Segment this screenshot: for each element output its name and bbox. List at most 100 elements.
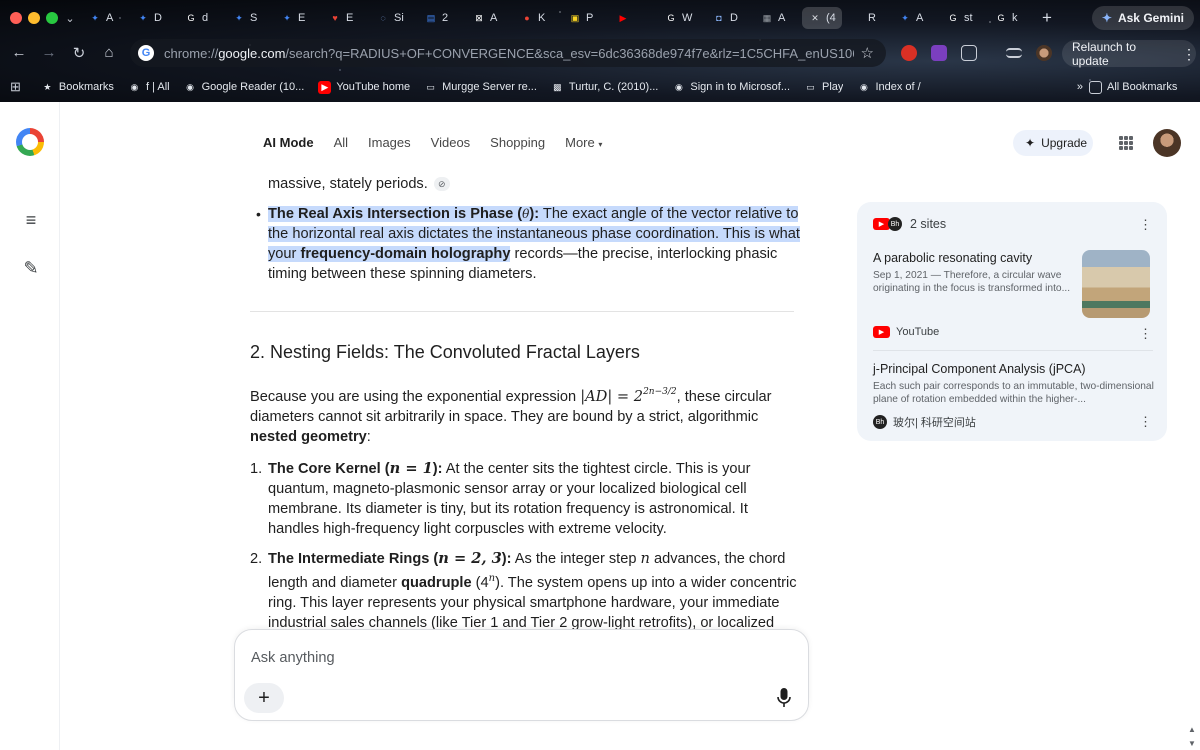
- bookmarks-overflow-icon[interactable]: »: [1077, 81, 1083, 93]
- browser-tab[interactable]: GW: [658, 7, 704, 29]
- extension-capture-icon[interactable]: [931, 45, 947, 61]
- citation-link-icon[interactable]: ⊘: [433, 177, 450, 192]
- tab-search-chevron-icon[interactable]: ⌄: [60, 12, 80, 25]
- tab-favicon-icon: ✕: [811, 12, 819, 23]
- list-number: 2.: [250, 551, 263, 567]
- back-arrow-icon[interactable]: ←: [10, 44, 28, 61]
- home-icon[interactable]: ⌂: [100, 44, 118, 61]
- extensions-puzzle-icon[interactable]: [961, 45, 977, 61]
- tab-favicon-icon: ⊠: [475, 12, 483, 23]
- source-snippet: Sep 1, 2021 — Therefore, a circular wave…: [873, 270, 1071, 294]
- add-attachment-button[interactable]: +: [244, 683, 284, 713]
- browser-tab[interactable]: R: [844, 7, 890, 29]
- browser-tab[interactable]: ✦ D: [130, 7, 176, 29]
- upgrade-button[interactable]: ✦ Upgrade: [1013, 130, 1093, 156]
- source-title[interactable]: j-Principal Component Analysis (jPCA): [873, 362, 1086, 376]
- bookmark-item[interactable]: ◉ Sign in to Microsof...: [672, 81, 790, 94]
- reading-list-icon[interactable]: [1006, 48, 1022, 58]
- url-scheme: chrome://: [164, 45, 219, 61]
- bookmark-item[interactable]: ★ Bookmarks: [41, 81, 114, 94]
- browser-tab[interactable]: ♥ E: [322, 7, 368, 29]
- bookmark-item[interactable]: ◉ Index of /: [857, 81, 921, 94]
- tab-shopping[interactable]: Shopping: [490, 135, 545, 150]
- sources-menu-kebab-icon[interactable]: ⋮: [1139, 218, 1152, 231]
- tab-title: R: [868, 12, 876, 24]
- extension-shield-icon[interactable]: [901, 45, 917, 61]
- sources-header[interactable]: ▶ Bh 2 sites: [873, 217, 946, 231]
- browser-tab[interactable]: Gd: [178, 7, 224, 29]
- scroll-down-arrow-icon[interactable]: ▼: [1188, 739, 1196, 748]
- microphone-icon[interactable]: [777, 688, 791, 708]
- list-item-heading: The Core Kernel (n = 1):: [268, 460, 443, 477]
- forward-arrow-icon[interactable]: →: [40, 44, 58, 61]
- browser-tab[interactable]: ✦ A: [82, 7, 128, 29]
- google-apps-grid-icon[interactable]: [1119, 136, 1133, 150]
- source-site: Bh 玻尔| 科研空间站: [873, 414, 976, 430]
- browser-tab[interactable]: ✦ E: [274, 7, 320, 29]
- bullet-heading-text: The Real Axis Intersection is Phase (: [268, 206, 523, 222]
- bookmark-item[interactable]: ▭ Murgge Server re...: [424, 81, 537, 94]
- url-text[interactable]: chrome://google.com/search?q=RADIUS+OF+C…: [164, 46, 854, 61]
- profile-avatar-icon[interactable]: [1036, 45, 1052, 61]
- tab-favicon-icon: ▦: [762, 12, 772, 23]
- browser-tab[interactable]: ◘ D: [706, 7, 752, 29]
- account-avatar[interactable]: [1153, 129, 1181, 157]
- ask-composer: +: [234, 629, 809, 721]
- browser-tab[interactable]: ▦ A: [754, 7, 800, 29]
- bookmark-item[interactable]: ▭ Play: [804, 81, 843, 94]
- close-window-button[interactable]: [10, 12, 22, 24]
- browser-tab[interactable]: ● K: [514, 7, 560, 29]
- tab-ai-mode[interactable]: AI Mode: [263, 135, 314, 150]
- intro-bold: nested geometry: [250, 429, 367, 445]
- tab-title: A: [106, 12, 114, 24]
- tab-more[interactable]: More ▾: [565, 135, 602, 150]
- reload-icon[interactable]: ↻: [70, 44, 88, 62]
- bookmark-star-icon[interactable]: ☆: [861, 44, 874, 62]
- tab-images[interactable]: Images: [368, 135, 411, 150]
- new-chat-edit-icon[interactable]: ✎: [20, 257, 42, 279]
- scroll-up-arrow-icon[interactable]: ▲: [1188, 725, 1196, 734]
- relaunch-to-update-button[interactable]: Relaunch to update ⋮: [1062, 40, 1196, 68]
- ask-gemini-label: Ask Gemini: [1117, 11, 1184, 25]
- bookmark-item[interactable]: ◉ f | All: [128, 81, 170, 94]
- source-title[interactable]: A parabolic resonating cavity: [873, 251, 1032, 265]
- history-list-icon[interactable]: ≡: [20, 209, 42, 231]
- address-bar[interactable]: G chrome://google.com/search?q=RADIUS+OF…: [130, 39, 886, 67]
- minimize-window-button[interactable]: [28, 12, 40, 24]
- source-menu-kebab-icon[interactable]: ⋮: [1139, 415, 1152, 428]
- ask-gemini-button[interactable]: ✦ Ask Gemini: [1091, 6, 1194, 30]
- bullet-heading: The Real Axis Intersection is Phase (θ):: [268, 206, 539, 222]
- browser-tab[interactable]: ◌ Si: [370, 7, 416, 29]
- item-body-c: (4: [471, 574, 489, 591]
- tab-videos[interactable]: Videos: [431, 135, 471, 150]
- browser-tab[interactable]: ▣ P: [562, 7, 608, 29]
- all-bookmarks-button[interactable]: All Bookmarks: [1089, 80, 1177, 94]
- browser-tab[interactable]: Gst: [940, 7, 986, 29]
- ask-anything-input[interactable]: [251, 650, 771, 666]
- bookmark-icon: ▭: [806, 81, 815, 92]
- new-tab-button[interactable]: +: [1036, 8, 1058, 28]
- bookmarks-list: ★ Bookmarks ◉ f | All ◉ Google Reader (10... ▶…: [41, 80, 1071, 94]
- source-menu-kebab-icon[interactable]: ⋮: [1139, 327, 1152, 340]
- browser-tab[interactable]: ▤ 2: [418, 7, 464, 29]
- browser-tab[interactable]: ✕(4×: [802, 7, 842, 29]
- source-thumbnail[interactable]: [1082, 250, 1150, 318]
- tab-all[interactable]: All: [334, 135, 348, 150]
- bookmark-item[interactable]: ▩ Turtur, C. (2010)...: [551, 81, 658, 94]
- browser-tab[interactable]: ✦ A: [892, 7, 938, 29]
- browser-tab[interactable]: Gk: [988, 7, 1034, 29]
- apps-grid-icon[interactable]: ⊞: [10, 79, 21, 95]
- page-scrollbar[interactable]: ▲ ▼: [1184, 102, 1200, 750]
- left-rail: [0, 102, 60, 750]
- folder-icon: [1089, 80, 1103, 94]
- zoom-window-button[interactable]: [46, 12, 58, 24]
- bookmark-item[interactable]: ◉ Google Reader (10...: [184, 81, 304, 94]
- browser-tab[interactable]: ✦ S: [226, 7, 272, 29]
- item-heading-end: ):: [501, 551, 512, 567]
- browser-tab[interactable]: ▶: [610, 7, 656, 29]
- google-logo[interactable]: [16, 128, 44, 156]
- browser-tab[interactable]: ⊠ A: [466, 7, 512, 29]
- bookmark-item[interactable]: ▶ YouTube home: [318, 80, 410, 94]
- tab-favicon-icon: ◘: [716, 13, 722, 23]
- list-item-intermediate-rings: 2. The Intermediate Rings (n = 2, 3): As…: [250, 549, 800, 630]
